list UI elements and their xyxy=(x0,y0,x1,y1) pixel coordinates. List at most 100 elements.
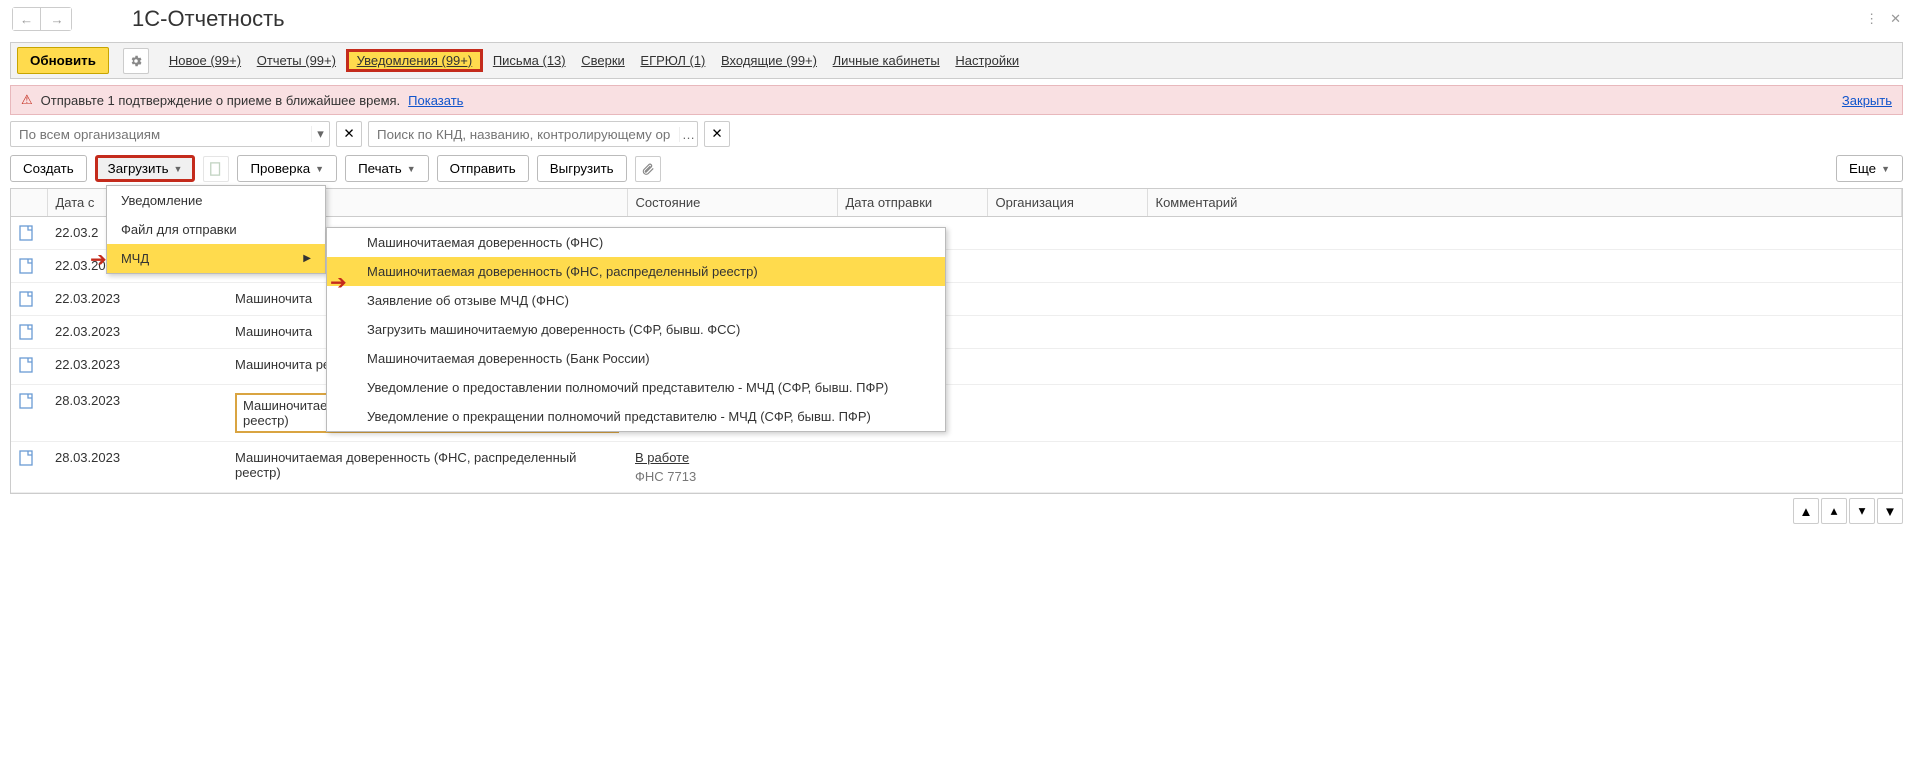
cell-empty xyxy=(987,250,1147,283)
settings-gear-button[interactable] xyxy=(123,48,149,74)
nav-link[interactable]: Входящие (99+) xyxy=(715,50,823,71)
search-input[interactable] xyxy=(369,122,679,146)
col-icon xyxy=(11,189,47,217)
menu-icon[interactable]: ⋮ xyxy=(1865,11,1878,27)
cell-empty xyxy=(1147,349,1902,385)
row-icon-cell xyxy=(11,316,47,349)
cell-name: Машиночитаемая доверенность (ФНС, распре… xyxy=(227,442,627,493)
dropdown-item[interactable]: МЧД▶ xyxy=(107,244,325,273)
org-input[interactable] xyxy=(11,122,311,146)
nav-link[interactable]: Новое (99+) xyxy=(163,50,247,71)
cell-empty xyxy=(1147,442,1902,493)
nav-link[interactable]: Личные кабинеты xyxy=(827,50,946,71)
cell-date: 28.03.2023 xyxy=(47,385,227,442)
table-row[interactable]: 28.03.2023Машиночитаемая доверенность (Ф… xyxy=(11,385,1902,442)
state-sub: ФНС 7713 xyxy=(635,469,829,484)
document-icon xyxy=(19,258,33,274)
cell-date: 22.03.2023 xyxy=(47,316,227,349)
col-comment[interactable]: Комментарий xyxy=(1147,189,1902,217)
submenu-item[interactable]: Заявление об отзыве МЧД (ФНС) xyxy=(327,286,945,315)
cell-empty xyxy=(987,316,1147,349)
scroll-top-button[interactable]: ▲ xyxy=(1793,498,1819,524)
chevron-down-icon[interactable]: ▾ xyxy=(311,126,329,142)
col-state[interactable]: Состояние xyxy=(627,189,837,217)
search-combo[interactable]: … xyxy=(368,121,698,147)
refresh-button[interactable]: Обновить xyxy=(17,47,109,74)
warning-icon: ⚠ xyxy=(21,92,33,108)
cell-empty xyxy=(1147,385,1902,442)
row-icon-cell xyxy=(11,349,47,385)
nav-link[interactable]: Сверки xyxy=(575,50,631,71)
nav-link[interactable]: Уведомления (99+) xyxy=(346,49,484,72)
submenu-item[interactable]: Машиночитаемая доверенность (ФНС) xyxy=(327,228,945,257)
chevron-down-icon: ▼ xyxy=(174,164,183,174)
mchd-submenu: Машиночитаемая доверенность (ФНС)Машиноч… xyxy=(326,227,946,432)
clear-org-button[interactable]: ✕ xyxy=(336,121,362,147)
submenu-item[interactable]: Загрузить машиночитаемую доверенность (С… xyxy=(327,315,945,344)
document-icon xyxy=(19,450,33,466)
clear-search-button[interactable]: ✕ xyxy=(704,121,730,147)
check-button[interactable]: Проверка▼ xyxy=(237,155,337,182)
cell-empty xyxy=(987,442,1147,493)
nav-link[interactable]: ЕГРЮЛ (1) xyxy=(634,50,711,71)
gear-icon xyxy=(129,54,143,68)
clip-button[interactable] xyxy=(635,156,661,182)
document-icon xyxy=(19,393,33,409)
row-icon-cell xyxy=(11,442,47,493)
submenu-item[interactable]: Машиночитаемая доверенность (ФНС, распре… xyxy=(327,257,945,286)
cell-empty xyxy=(837,442,987,493)
load-dropdown: УведомлениеФайл для отправкиМЧД▶ xyxy=(106,185,326,274)
ellipsis-icon[interactable]: … xyxy=(679,127,697,142)
back-button[interactable]: ← xyxy=(13,8,41,30)
navbar: Обновить Новое (99+) Отчеты (99+) Уведом… xyxy=(10,42,1903,79)
dropdown-item[interactable]: Уведомление xyxy=(107,186,325,215)
table-row[interactable]: 22.03.2023Машиночита реестр)ФНС 4028 xyxy=(11,349,1902,385)
create-button[interactable]: Создать xyxy=(10,155,87,182)
app-title: 1С-Отчетность xyxy=(132,6,285,32)
send-button[interactable]: Отправить xyxy=(437,155,529,182)
chevron-down-icon: ▼ xyxy=(315,164,324,174)
cell-empty xyxy=(1147,283,1902,316)
col-org[interactable]: Организация xyxy=(987,189,1147,217)
scroll-bottom-button[interactable]: ▼ xyxy=(1877,498,1903,524)
submenu-item[interactable]: Уведомление о прекращении полномочий пре… xyxy=(327,402,945,431)
alert-banner: ⚠ Отправьте 1 подтверждение о приеме в б… xyxy=(10,85,1903,115)
row-icon-cell xyxy=(11,217,47,250)
table-row[interactable]: 28.03.2023Машиночитаемая доверенность (Ф… xyxy=(11,442,1902,493)
chevron-right-icon: ▶ xyxy=(303,253,311,264)
table-nav: ▲ ▴ ▾ ▼ xyxy=(10,498,1903,524)
state-link[interactable]: В работе xyxy=(635,450,689,465)
close-icon[interactable]: ✕ xyxy=(1890,11,1901,27)
alert-close-link[interactable]: Закрыть xyxy=(1842,93,1892,108)
paperclip-icon xyxy=(641,162,655,176)
load-button[interactable]: Загрузить▼ xyxy=(95,155,196,182)
document-icon xyxy=(19,291,33,307)
submenu-item[interactable]: Машиночитаемая доверенность (Банк России… xyxy=(327,344,945,373)
dropdown-item[interactable]: Файл для отправки xyxy=(107,215,325,244)
table-row[interactable]: 22.03.2023Машиночита xyxy=(11,283,1902,316)
export-button[interactable]: Выгрузить xyxy=(537,155,627,182)
alert-show-link[interactable]: Показать xyxy=(408,93,463,108)
scroll-down-button[interactable]: ▾ xyxy=(1849,498,1875,524)
attach-doc-button[interactable] xyxy=(203,156,229,182)
nav-link[interactable]: Отчеты (99+) xyxy=(251,50,342,71)
print-button[interactable]: Печать▼ xyxy=(345,155,429,182)
scroll-up-button[interactable]: ▴ xyxy=(1821,498,1847,524)
filter-row: ▾ ✕ … ✕ xyxy=(10,121,1903,147)
cell-date: 22.03.2023 xyxy=(47,349,227,385)
table-row[interactable]: 22.03.2023Машиночита xyxy=(11,316,1902,349)
submenu-item[interactable]: Уведомление о предоставлении полномочий … xyxy=(327,373,945,402)
nav-link[interactable]: Письма (13) xyxy=(487,50,572,71)
cell-empty xyxy=(1147,250,1902,283)
nav-link[interactable]: Настройки xyxy=(949,50,1025,71)
document-icon xyxy=(19,225,33,241)
org-combo[interactable]: ▾ xyxy=(10,121,330,147)
cell-empty xyxy=(987,283,1147,316)
titlebar: ← → 1С-Отчетность ⋮ ✕ xyxy=(0,0,1913,38)
chevron-down-icon: ▼ xyxy=(407,164,416,174)
cell-empty xyxy=(1147,316,1902,349)
more-button[interactable]: Еще▼ xyxy=(1836,155,1903,182)
col-sent[interactable]: Дата отправки xyxy=(837,189,987,217)
forward-button[interactable]: → xyxy=(43,8,71,30)
cell-date: 28.03.2023 xyxy=(47,442,227,493)
